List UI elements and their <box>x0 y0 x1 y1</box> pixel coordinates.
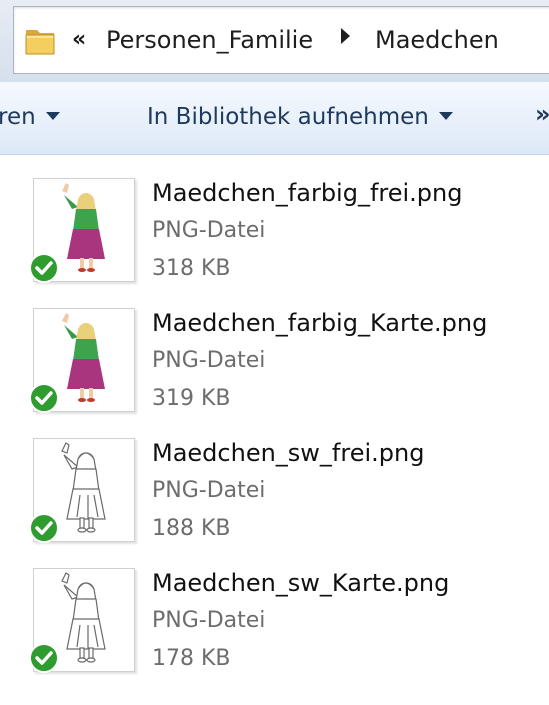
green-check-sync-icon <box>29 253 59 283</box>
breadcrumb-item-personen-familie[interactable]: Personen_Familie <box>106 25 313 55</box>
breadcrumb-separator-arrow-icon[interactable] <box>341 28 350 44</box>
file-type: PNG-Datei <box>152 608 266 633</box>
green-check-sync-icon <box>29 513 59 543</box>
address-bar-region: « Personen_Familie Maedchen <box>0 0 549 82</box>
file-item[interactable]: Maedchen_sw_frei.png PNG-Datei 188 KB <box>0 420 549 545</box>
address-bar[interactable]: « Personen_Familie Maedchen <box>13 6 549 74</box>
file-item[interactable]: Maedchen_farbig_frei.png PNG-Datei 318 K… <box>0 160 549 285</box>
breadcrumb-item-maedchen[interactable]: Maedchen <box>375 25 499 55</box>
file-size: 319 KB <box>152 386 231 411</box>
folder-icon <box>25 30 55 55</box>
explorer-window: « Personen_Familie Maedchen ren In Bibli… <box>0 0 549 705</box>
file-size: 188 KB <box>152 516 231 541</box>
file-name: Maedchen_sw_frei.png <box>152 439 425 467</box>
green-check-sync-icon <box>29 643 59 673</box>
green-check-sync-icon <box>29 383 59 413</box>
chevron-down-icon <box>45 111 60 120</box>
command-toolbar: ren In Bibliothek aufnehmen » <box>0 82 549 155</box>
file-item[interactable]: Maedchen_farbig_Karte.png PNG-Datei 319 … <box>0 290 549 415</box>
file-item[interactable]: Maedchen_sw_Karte.png PNG-Datei 178 KB <box>0 550 549 675</box>
file-type: PNG-Datei <box>152 478 266 503</box>
file-size: 178 KB <box>152 646 231 671</box>
file-type: PNG-Datei <box>152 218 266 243</box>
breadcrumb-overflow-button[interactable]: « <box>72 25 86 55</box>
toolbar-overflow-button[interactable]: » <box>535 100 549 128</box>
file-size: 318 KB <box>152 256 231 281</box>
add-to-library-label: In Bibliothek aufnehmen <box>147 104 429 130</box>
file-name: Maedchen_farbig_Karte.png <box>152 309 488 337</box>
file-name: Maedchen_farbig_frei.png <box>152 179 463 207</box>
file-type: PNG-Datei <box>152 348 266 373</box>
file-name: Maedchen_sw_Karte.png <box>152 569 450 597</box>
add-to-library-button[interactable]: In Bibliothek aufnehmen <box>147 102 453 132</box>
organize-menu-button[interactable]: ren <box>0 102 60 132</box>
organize-menu-label: ren <box>0 104 36 130</box>
chevron-down-icon <box>438 111 453 120</box>
